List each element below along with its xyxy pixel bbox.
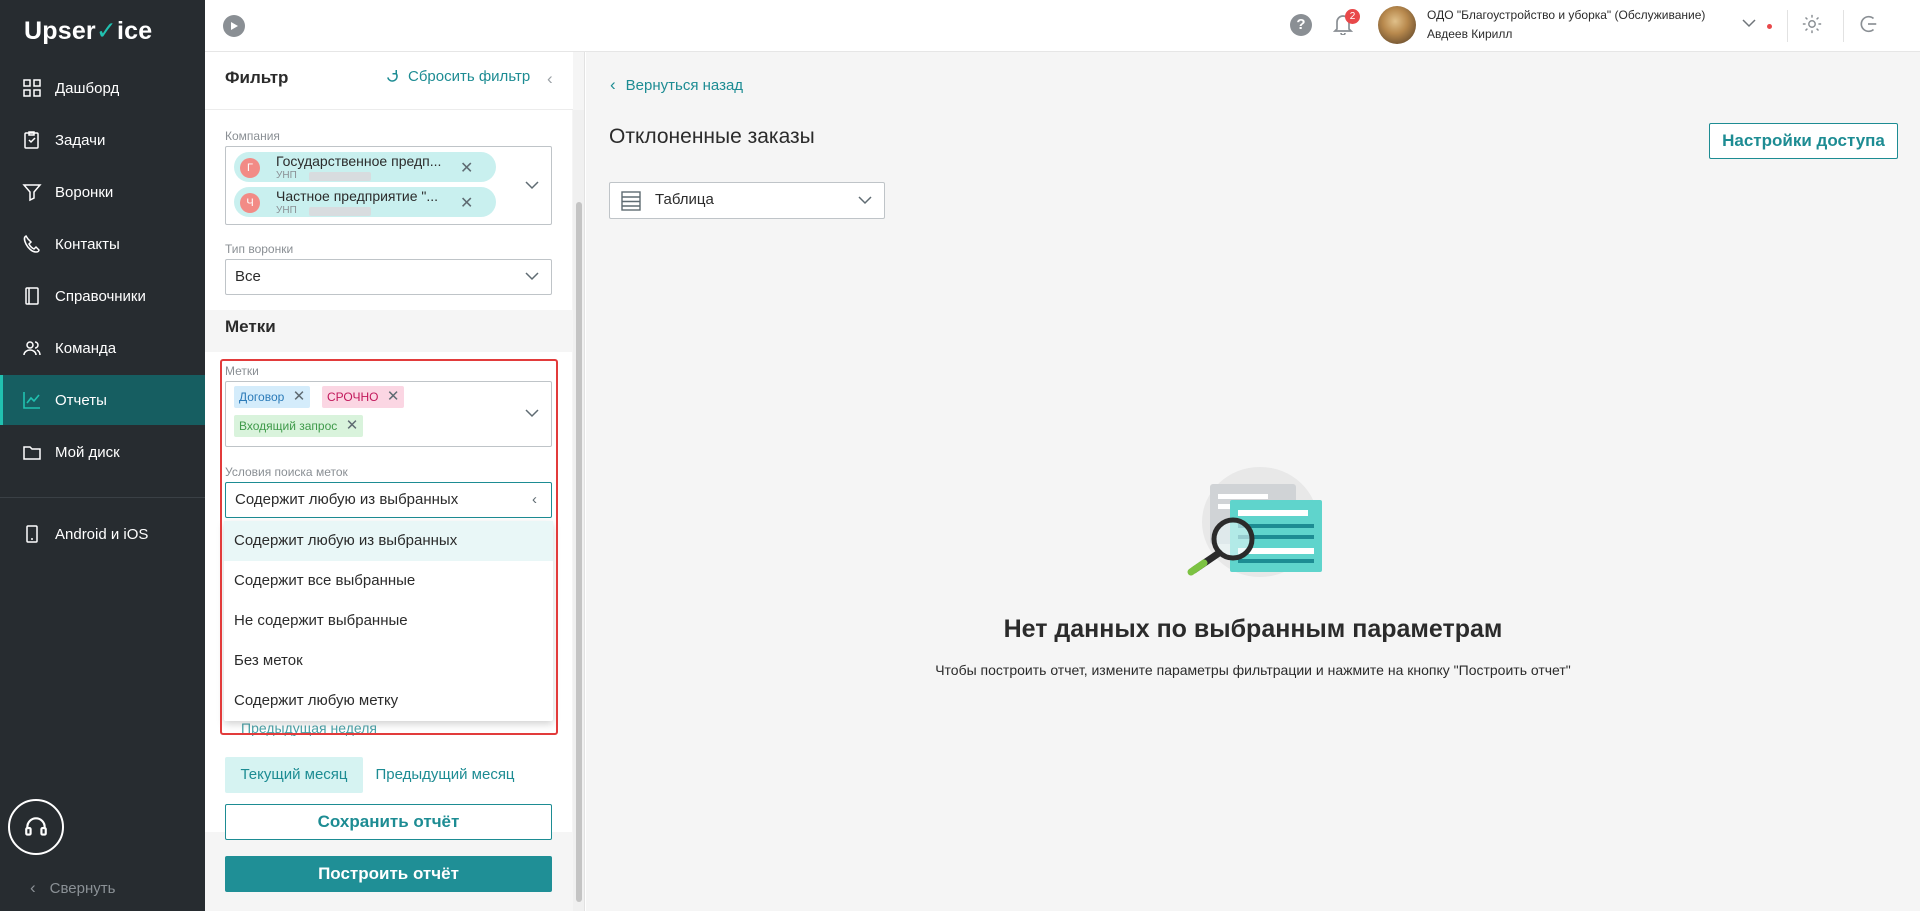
dashboard-icon [23, 79, 41, 97]
phone-icon [26, 525, 38, 543]
sidebar-item-tasks[interactable]: Задачи [0, 115, 205, 165]
back-label: Вернуться назад [625, 76, 744, 94]
sidebar-item-label: Контакты [55, 235, 120, 253]
page-title: Отклоненные заказы [609, 125, 815, 148]
empty-state-title: Нет данных по выбранным параметрам [1003, 615, 1503, 643]
reset-filter-label: Сбросить фильтр [408, 68, 531, 85]
company-initial: Г [240, 158, 260, 178]
funnel-icon [22, 184, 42, 202]
sidebar-item-disk[interactable]: Мой диск [0, 427, 205, 477]
sidebar-item-label: Дашборд [55, 79, 120, 97]
sidebar-item-dashboard[interactable]: Дашборд [0, 63, 205, 113]
filter-header: Фильтр Сбросить фильтр ‹ [205, 52, 573, 110]
support-button[interactable] [8, 799, 64, 855]
collapse-label: Свернуть [49, 879, 116, 897]
sidebar-item-label: Воронки [55, 183, 114, 201]
collapse-filter-button[interactable]: ‹ [547, 69, 553, 89]
company-tag: Г Государственное предп... УНП ✕ [234, 152, 496, 182]
refresh-icon [387, 69, 398, 82]
company-initial: Ч [240, 193, 260, 213]
prev-month-button[interactable]: Предыдущий месяц [370, 757, 520, 793]
sidebar-item-label: Задачи [55, 131, 106, 149]
user-name: Авдеев Кирилл [1427, 27, 1513, 41]
company-label: Компания [225, 129, 280, 143]
tasks-icon [24, 131, 39, 149]
scrollbar-thumb[interactable] [576, 202, 582, 902]
play-tutorial-button[interactable] [223, 15, 245, 37]
company-tag-unp: УНП [276, 205, 297, 216]
reports-icon [23, 392, 40, 409]
settings-button[interactable] [1801, 13, 1823, 40]
reset-filter-button[interactable]: Сбросить фильтр [385, 68, 530, 85]
chevron-down-icon [525, 272, 539, 281]
logout-button[interactable] [1857, 13, 1879, 40]
sidebar-item-contacts[interactable]: Контакты [0, 219, 205, 269]
view-mode-select[interactable]: Таблица [609, 182, 885, 219]
company-tag-unp: УНП [276, 170, 297, 181]
sidebar-item-mobile[interactable]: Android и iOS [0, 509, 205, 559]
topbar: ? 2 ОДО "Благоустройство и уборка" (Обсл… [205, 0, 1920, 52]
sidebar-item-references[interactable]: Справочники [0, 271, 205, 321]
help-button[interactable]: ? [1290, 14, 1312, 36]
sidebar-item-label: Справочники [55, 287, 146, 305]
chevron-left-icon: ‹ [610, 75, 616, 94]
table-icon [621, 191, 641, 211]
sidebar-item-label: Android и iOS [55, 525, 149, 543]
sidebar-divider [0, 497, 205, 498]
company-tag-name: Частное предприятие "... [276, 188, 439, 204]
company-tag-name: Государственное предп... [276, 153, 442, 169]
user-avatar[interactable] [1378, 6, 1416, 44]
funnel-type-label: Тип воронки [225, 242, 294, 256]
view-mode-value: Таблица [655, 191, 714, 208]
funnel-type-select[interactable]: Все [225, 259, 552, 295]
topbar-divider [1843, 10, 1844, 42]
empty-state-illustration [1187, 467, 1322, 577]
highlight-frame [220, 359, 558, 735]
redacted-unp [309, 172, 371, 181]
headset-icon [25, 817, 47, 836]
chevron-down-icon [858, 196, 872, 205]
account-menu-toggle[interactable] [1742, 15, 1756, 33]
play-icon [231, 22, 238, 30]
sidebar-item-label: Команда [55, 339, 117, 357]
remove-company-button[interactable]: ✕ [460, 193, 473, 213]
sidebar: Upser✓ice Дашборд Задачи Воронки Контакт… [0, 0, 205, 911]
remove-company-button[interactable]: ✕ [460, 158, 473, 178]
team-icon [23, 341, 41, 356]
contacts-icon [23, 235, 40, 253]
account-info[interactable]: ОДО "Благоустройство и уборка" (Обслужив… [1427, 6, 1705, 44]
sidebar-item-team[interactable]: Команда [0, 323, 205, 373]
company-name: ОДО "Благоустройство и уборка" (Обслужив… [1427, 8, 1706, 22]
chevron-left-icon: ‹ [30, 878, 36, 897]
folder-icon [23, 446, 41, 460]
filter-panel: Фильтр Сбросить фильтр ‹ Компания Г Госу… [205, 52, 585, 911]
status-dot [1767, 24, 1772, 29]
chevron-down-icon[interactable] [525, 180, 539, 190]
company-tag: Ч Частное предприятие "... УНП ✕ [234, 187, 496, 217]
company-select[interactable]: Г Государственное предп... УНП ✕ Ч Частн… [225, 146, 552, 225]
gear-icon [1802, 14, 1822, 34]
book-icon [25, 287, 39, 305]
funnel-type-value: Все [235, 268, 261, 285]
back-link[interactable]: ‹ Вернуться назад [610, 75, 743, 95]
build-report-button[interactable]: Построить отчёт [225, 856, 552, 892]
sidebar-item-label: Мой диск [55, 443, 120, 461]
main-content: ‹ Вернуться назад Отклоненные заказы Нас… [586, 52, 1920, 911]
logout-icon [1860, 15, 1877, 33]
sidebar-item-label: Отчеты [55, 391, 107, 409]
app-logo[interactable]: Upser✓ice [24, 16, 152, 46]
current-month-button[interactable]: Текущий месяц [225, 757, 363, 793]
sidebar-item-funnels[interactable]: Воронки [0, 167, 205, 217]
access-settings-button[interactable]: Настройки доступа [1709, 123, 1898, 159]
save-report-button[interactable]: Сохранить отчёт [225, 804, 552, 840]
redacted-unp [309, 207, 371, 216]
notification-badge: 2 [1345, 9, 1360, 24]
topbar-divider [1787, 10, 1788, 42]
collapse-sidebar-button[interactable]: ‹ Свернуть [30, 878, 115, 898]
sidebar-item-reports[interactable]: Отчеты [0, 375, 205, 425]
tags-section-title: Метки [225, 317, 276, 336]
filter-title: Фильтр [225, 68, 289, 87]
chevron-down-icon [1742, 19, 1756, 28]
empty-state-subtitle: Чтобы построить отчет, измените параметр… [935, 662, 1571, 678]
